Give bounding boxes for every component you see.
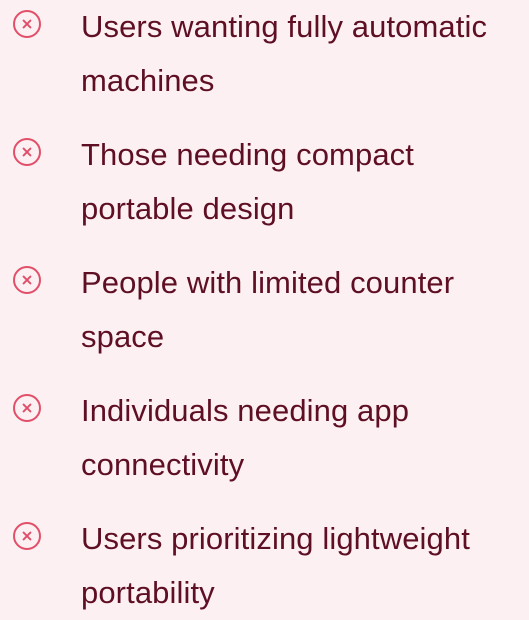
list-item-label: Users prioritizing lightweight portabili… (81, 521, 470, 610)
x-circle-icon (12, 9, 42, 39)
list-item-label: Users wanting fully automatic machines (81, 9, 488, 98)
not-recommended-list: Users wanting fully automatic machines T… (0, 0, 529, 610)
list-item-label: Those needing compact portable design (81, 137, 414, 226)
x-circle-icon (12, 137, 42, 167)
x-circle-icon (12, 393, 42, 423)
list-item-label: People with limited counter space (81, 265, 455, 354)
x-circle-icon (12, 265, 42, 295)
list-item-label: Individuals needing app connectivity (81, 393, 410, 482)
x-circle-icon (12, 521, 42, 551)
